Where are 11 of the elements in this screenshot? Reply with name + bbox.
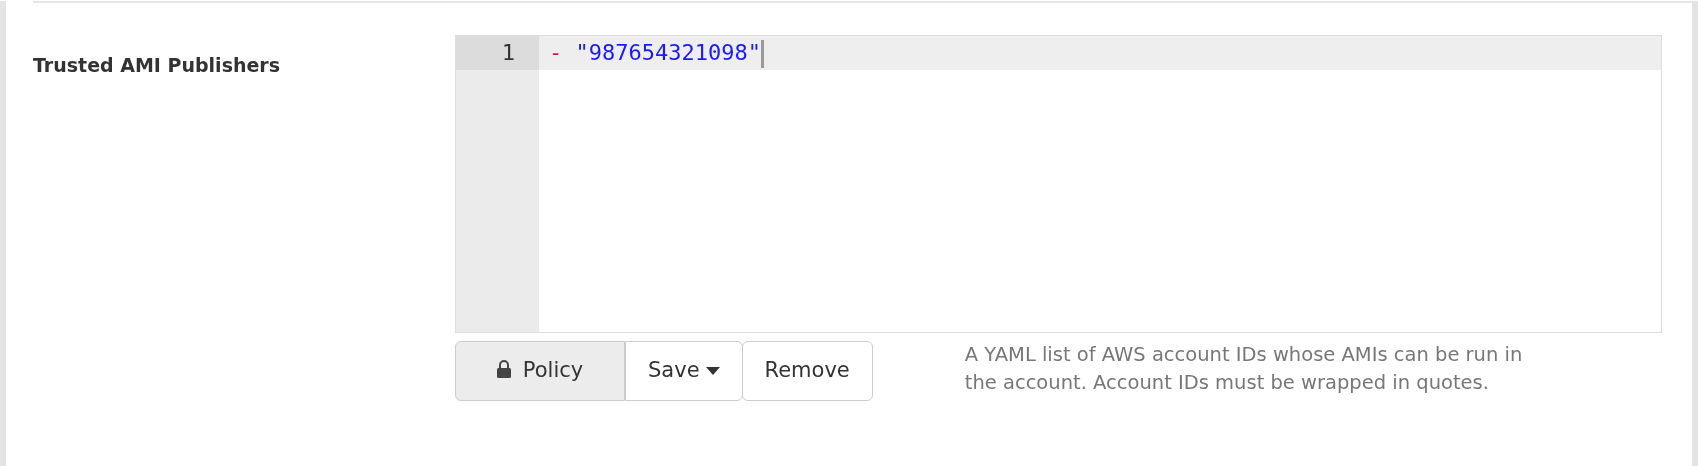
dropdown-button[interactable]: Save [625,341,743,401]
string-value: "987654321098" [574,40,761,65]
help-text: A YAML list of AWS account IDs whose AMIs can be run in the account. Account IDs must be wrapped in quotes. [964,342,1524,396]
policy-button[interactable]: Policy [455,341,625,401]
line-number: 1 [501,40,515,65]
field-label: Trusted AMI Publishers [33,53,282,78]
code-editor[interactable]: 1 - "987654321098" [455,35,1662,333]
caret-icon [705,367,720,376]
lock-icon [496,360,511,379]
list-dash: - [548,40,563,65]
button[interactable]: Remove [741,341,873,401]
